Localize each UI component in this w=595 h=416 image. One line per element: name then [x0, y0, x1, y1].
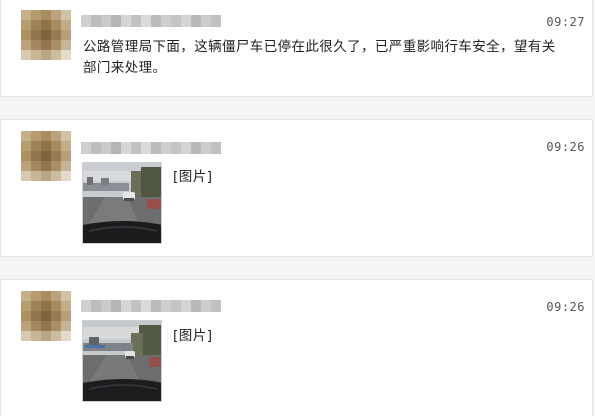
street-photo-image — [83, 321, 161, 401]
nickname[interactable] — [81, 15, 221, 27]
street-photo-image — [83, 163, 161, 243]
message-feed: 09:27 公路管理局下面，这辆僵尸车已停在此很久了，已严重影响行车安全，望有关… — [0, 0, 595, 416]
post-card: 09:26 [图片] — [0, 119, 593, 257]
nickname[interactable] — [81, 300, 221, 312]
nickname[interactable] — [81, 142, 221, 154]
post-photo-thumbnail[interactable] — [82, 162, 162, 244]
post-card: 09:26 [图片] — [0, 279, 593, 416]
avatar[interactable] — [21, 10, 71, 60]
post-photo-thumbnail[interactable] — [82, 320, 162, 402]
post-message: 公路管理局下面，这辆僵尸车已停在此很久了，已严重影响行车安全，望有关部门来处理。 — [83, 39, 556, 76]
image-tag: [图片] — [173, 328, 213, 344]
post-time: 09:26 — [546, 140, 585, 154]
post-card: 09:27 公路管理局下面，这辆僵尸车已停在此很久了，已严重影响行车安全，望有关… — [0, 0, 593, 97]
avatar[interactable] — [21, 291, 71, 341]
image-tag: [图片] — [173, 169, 213, 185]
post-time: 09:27 — [546, 15, 585, 29]
avatar[interactable] — [21, 131, 71, 181]
post-time: 09:26 — [546, 300, 585, 314]
